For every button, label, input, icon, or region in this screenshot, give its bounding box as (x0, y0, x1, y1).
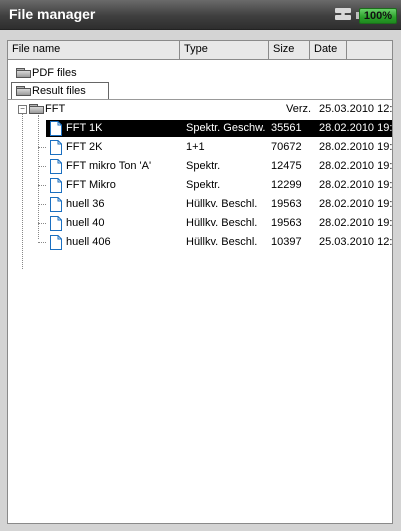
folder-row-result[interactable]: Result files (11, 82, 109, 100)
file-icon (50, 197, 62, 212)
column-header-date[interactable]: Date (310, 41, 347, 59)
tree-branch (38, 223, 46, 224)
folder-name: Result files (32, 85, 86, 97)
tree-branch (38, 147, 46, 148)
file-size: 12299 (271, 179, 302, 191)
file-row[interactable]: FFT Mikro Spektr. 12299 28.02.2010 19: (46, 177, 392, 194)
tree-branch (38, 242, 46, 243)
file-size: 19563 (271, 217, 302, 229)
collapse-icon[interactable]: − (18, 105, 27, 114)
file-size: 19563 (271, 198, 302, 210)
file-size: 12475 (271, 160, 302, 172)
file-date: 28.02.2010 19: (319, 122, 392, 134)
column-header-size[interactable]: Size (269, 41, 310, 59)
file-name: huell 406 (66, 236, 111, 248)
tree-line (22, 109, 23, 269)
file-type: Spektr. (186, 160, 221, 172)
folder-icon (16, 86, 31, 97)
battery-level: 100% (363, 10, 393, 22)
app-title: File manager (9, 6, 96, 22)
file-row[interactable]: FFT mikro Ton 'A' Spektr. 12475 28.02.20… (46, 158, 392, 175)
tree-branch (38, 204, 46, 205)
file-size: 35561 (271, 122, 302, 134)
folder-row-fft[interactable]: − FFT Verz. 25.03.2010 12:4 (10, 101, 392, 118)
tree-branch (38, 185, 46, 186)
folder-row-pdf[interactable]: PDF files (10, 65, 310, 82)
file-row[interactable]: huell 40 Hüllkv. Beschl. 19563 28.02.201… (46, 215, 392, 232)
file-name: huell 40 (66, 217, 105, 229)
file-icon (50, 178, 62, 193)
file-icon (50, 121, 62, 136)
file-type: 1+1 (186, 141, 205, 153)
file-row[interactable]: FFT 2K 1+1 70672 28.02.2010 19: (46, 139, 392, 156)
folder-name: FFT (45, 103, 66, 115)
file-list-panel[interactable]: File name Type Size Date PDF files Resul… (7, 40, 393, 524)
file-icon (50, 140, 62, 155)
file-name: FFT Mikro (66, 179, 116, 191)
file-row[interactable]: FFT 1K Spektr. Geschw. 35561 28.02.2010 … (46, 120, 392, 137)
battery-icon: 100% (359, 8, 397, 24)
file-date: 28.02.2010 19: (319, 141, 392, 153)
file-name: FFT 2K (66, 141, 103, 153)
divider (8, 99, 392, 100)
folder-open-icon (29, 104, 44, 115)
file-date: 28.02.2010 19: (319, 160, 392, 172)
file-date: 28.02.2010 19: (319, 217, 392, 229)
file-size: 70672 (271, 141, 302, 153)
file-type: Spektr. (186, 179, 221, 191)
file-name: FFT 1K (66, 122, 103, 134)
folder-name: PDF files (32, 67, 77, 79)
file-icon (50, 235, 62, 250)
plug-icon (335, 8, 351, 22)
file-type: Hüllkv. Beschl. (186, 198, 258, 210)
column-header-row: File name Type Size Date (8, 41, 392, 60)
file-row[interactable]: huell 36 Hüllkv. Beschl. 19563 28.02.201… (46, 196, 392, 213)
file-icon (50, 159, 62, 174)
file-type: Hüllkv. Beschl. (186, 217, 258, 229)
file-size: 10397 (271, 236, 302, 248)
folder-icon (16, 68, 31, 79)
file-date: 25.03.2010 12:4 (319, 236, 392, 248)
tree-line (38, 115, 39, 239)
file-date: 28.02.2010 19: (319, 198, 392, 210)
column-header-file-name[interactable]: File name (8, 41, 180, 59)
file-row[interactable]: huell 406 Hüllkv. Beschl. 10397 25.03.20… (46, 234, 392, 251)
file-type: Spektr. Geschw. (186, 122, 266, 134)
file-date: 28.02.2010 19: (319, 179, 392, 191)
folder-type: Verz. (286, 103, 312, 115)
tree-branch (38, 166, 46, 167)
file-type: Hüllkv. Beschl. (186, 236, 258, 248)
file-name: huell 36 (66, 198, 105, 210)
title-bar: File manager 100% (0, 0, 401, 30)
column-header-type[interactable]: Type (180, 41, 269, 59)
file-icon (50, 216, 62, 231)
file-name: FFT mikro Ton 'A' (66, 160, 152, 172)
folder-date: 25.03.2010 12:4 (319, 103, 392, 115)
